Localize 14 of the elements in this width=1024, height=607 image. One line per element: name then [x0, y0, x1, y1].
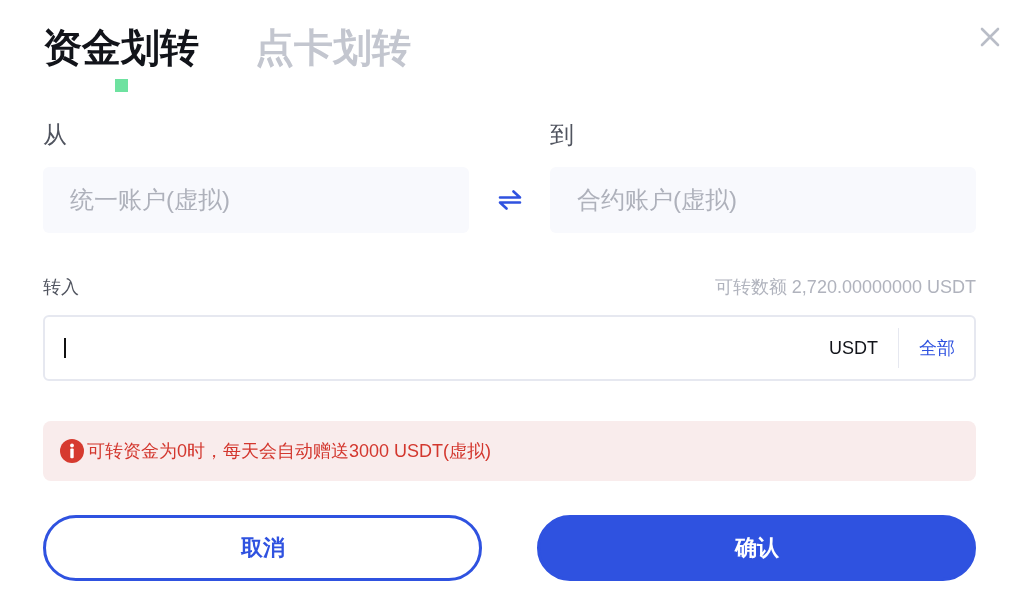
- all-button[interactable]: 全部: [919, 336, 955, 360]
- notice-text: 可转资金为0时，每天会自动赠送3000 USDT(虚拟): [87, 440, 492, 463]
- tab[interactable]: 资金划转: [43, 24, 199, 72]
- currency-label: USDT: [829, 337, 878, 359]
- info-icon: [60, 439, 84, 463]
- cancel-button[interactable]: 取消: [43, 515, 482, 581]
- swap-arrows-icon[interactable]: [497, 190, 522, 210]
- amount-label: 转入: [43, 276, 79, 299]
- to-label: 到: [550, 120, 574, 150]
- amount-input[interactable]: USDT 全部: [43, 315, 976, 381]
- available-amount: 可转数额 2,720.00000000 USDT: [714, 276, 976, 299]
- tab-indicator-icon: [114, 79, 128, 92]
- confirm-button[interactable]: 确认: [537, 515, 976, 581]
- from-label: 从: [43, 120, 67, 150]
